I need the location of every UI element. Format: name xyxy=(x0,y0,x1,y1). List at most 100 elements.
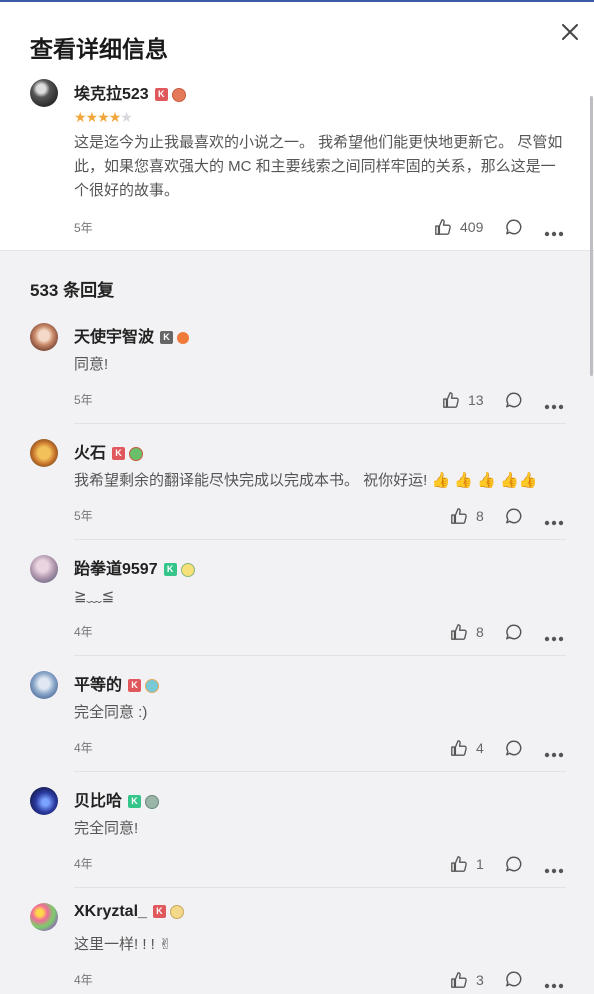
close-icon xyxy=(562,24,578,40)
rank-badge-icon xyxy=(180,562,195,577)
more-dots-icon xyxy=(544,231,564,237)
more-dots-icon xyxy=(544,868,564,874)
comment-age: 4年 xyxy=(74,973,93,987)
rank-badge-icon xyxy=(145,678,160,693)
rank-badge-icon xyxy=(177,331,190,344)
review-detail-panel: 查看详细信息 埃克拉523 K ★★★★★ 这是迄今为止我最喜欢的小说之一。 我希… xyxy=(0,2,594,251)
review-author-name: 埃克拉523 xyxy=(74,86,149,103)
comment-author[interactable]: XKryztal_ K xyxy=(74,903,184,921)
level-badge-icon: K xyxy=(163,563,177,577)
avatar[interactable] xyxy=(30,787,58,815)
close-button[interactable] xyxy=(558,20,582,44)
reply-button[interactable] xyxy=(505,391,523,414)
like-count: 1 xyxy=(476,856,484,872)
comment-divider xyxy=(74,887,566,888)
review-age: 5年 xyxy=(74,221,93,235)
comment-text: 这里一样! ! ! ✌ xyxy=(74,936,172,953)
reply-bubble-icon xyxy=(506,740,522,756)
thumbs-up-icon xyxy=(435,219,451,235)
star-icon: ★ xyxy=(97,109,110,125)
reply-button[interactable] xyxy=(505,218,523,241)
more-button[interactable] xyxy=(544,861,564,879)
like-count: 3 xyxy=(476,972,484,988)
avatar[interactable] xyxy=(30,439,58,467)
avatar[interactable] xyxy=(30,671,58,699)
more-button[interactable] xyxy=(544,976,564,994)
thumbs-up-icon xyxy=(443,392,459,408)
comment-author-name: 跆拳道9597 xyxy=(74,561,158,578)
scrollbar[interactable] xyxy=(590,96,593,376)
reply-bubble-icon xyxy=(506,856,522,872)
level-badge-icon: K xyxy=(160,331,174,345)
comment-like-button[interactable]: 13 xyxy=(442,388,484,412)
more-button[interactable] xyxy=(544,629,564,647)
reply-button[interactable] xyxy=(505,855,523,878)
comment-text: 同意! xyxy=(74,356,109,373)
comment-author[interactable]: 天使宇智波 K xyxy=(74,323,190,347)
avatar[interactable] xyxy=(30,79,58,107)
comment-author[interactable]: 平等的 K xyxy=(74,671,160,695)
thumbs-up-icon xyxy=(451,508,467,524)
comment-author[interactable]: 跆拳道9597 K xyxy=(74,555,195,579)
avatar[interactable] xyxy=(30,323,58,351)
level-badge-icon: K xyxy=(128,795,142,809)
comment-age: 5年 xyxy=(74,393,93,407)
like-count: 8 xyxy=(476,508,484,524)
avatar[interactable] xyxy=(30,555,58,583)
level-badge-icon: K xyxy=(112,447,126,461)
reply-button[interactable] xyxy=(505,739,523,762)
star-icon: ★ xyxy=(85,109,99,125)
comment-author[interactable]: 火石 K xyxy=(74,439,144,463)
level-badge-icon: K xyxy=(128,679,142,693)
page-title: 查看详细信息 xyxy=(30,36,168,62)
star-icon: ★ xyxy=(108,109,122,125)
comment-divider xyxy=(74,539,566,540)
reply-button[interactable] xyxy=(505,507,523,530)
level-badge-icon: K xyxy=(154,88,168,102)
comment-text: 完全同意 :) xyxy=(74,704,148,721)
like-count: 8 xyxy=(476,624,484,640)
like-count: 13 xyxy=(468,392,484,408)
reply-button[interactable] xyxy=(505,970,523,993)
review-text: 这是迄今为止我最喜欢的小说之一。 我希望他们能更快地更新它。 尽管如此，如果您喜… xyxy=(74,134,563,199)
comment-like-button[interactable]: 8 xyxy=(450,504,484,528)
reply-bubble-icon xyxy=(506,508,522,524)
level-badge-icon: K xyxy=(152,905,166,919)
more-button[interactable] xyxy=(544,513,564,531)
comment-age: 4年 xyxy=(74,741,93,755)
comment-like-button[interactable]: 8 xyxy=(450,620,484,644)
review-author[interactable]: 埃克拉523 K xyxy=(74,80,186,104)
avatar[interactable] xyxy=(30,903,58,931)
thumbs-up-icon xyxy=(451,624,467,640)
star-icon: ★ xyxy=(74,109,87,125)
more-dots-icon xyxy=(544,752,564,758)
comment-like-button[interactable]: 4 xyxy=(450,736,484,760)
rank-badge-icon xyxy=(145,794,160,809)
reply-button[interactable] xyxy=(505,623,523,646)
comment-author[interactable]: 贝比哈 K xyxy=(74,787,160,811)
more-dots-icon xyxy=(544,636,564,642)
comment-author-name: 贝比哈 xyxy=(74,793,123,810)
more-dots-icon xyxy=(544,404,564,410)
comment-age: 4年 xyxy=(74,857,93,871)
comment-author-name: XKryztal_ xyxy=(74,903,147,920)
like-count: 409 xyxy=(460,219,484,235)
comment-like-button[interactable]: 1 xyxy=(450,852,484,876)
rank-badge-icon xyxy=(129,446,144,461)
review-like-button[interactable]: 409 xyxy=(434,215,483,239)
reply-bubble-icon xyxy=(506,219,522,235)
comment-divider xyxy=(74,655,566,656)
star-empty-icon: ★ xyxy=(120,109,133,125)
more-button[interactable] xyxy=(544,397,564,415)
more-dots-icon xyxy=(544,983,564,989)
comment-divider xyxy=(74,423,566,424)
thumbs-up-icon xyxy=(451,856,467,872)
comment-age: 4年 xyxy=(74,625,93,639)
more-button[interactable] xyxy=(544,224,564,242)
reply-bubble-icon xyxy=(506,624,522,640)
comment-author-name: 平等的 xyxy=(74,677,123,694)
rank-badge-icon xyxy=(171,87,186,102)
thumbs-up-icon xyxy=(451,740,467,756)
comment-like-button[interactable]: 3 xyxy=(450,968,484,992)
more-button[interactable] xyxy=(544,745,564,763)
